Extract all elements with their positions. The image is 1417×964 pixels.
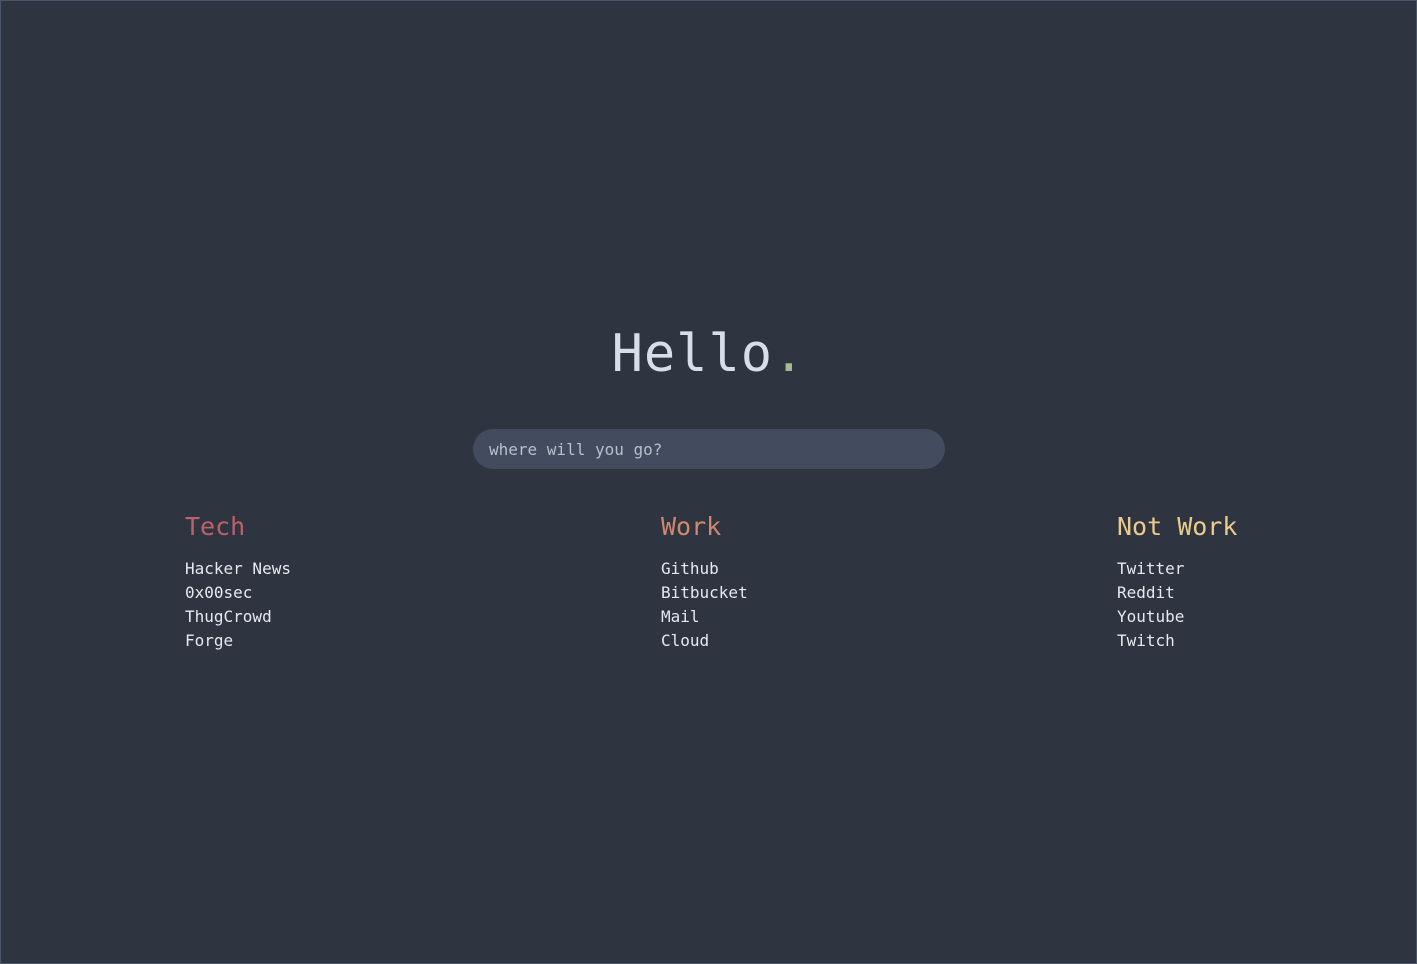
link-github[interactable]: Github — [661, 557, 748, 581]
category-not-work: Not Work Twitter Reddit Youtube Twitch — [1117, 511, 1237, 653]
link-twitch[interactable]: Twitch — [1117, 629, 1237, 653]
greeting-text: Hello — [611, 324, 774, 384]
link-bitbucket[interactable]: Bitbucket — [661, 581, 748, 605]
link-hacker-news[interactable]: Hacker News — [185, 557, 291, 581]
category-title: Work — [661, 512, 722, 541]
greeting-heading: Hello. — [1, 323, 1416, 385]
category-title: Tech — [185, 512, 246, 541]
link-twitter[interactable]: Twitter — [1117, 557, 1237, 581]
link-0x00sec[interactable]: 0x00sec — [185, 581, 291, 605]
link-list: Hacker News 0x00sec ThugCrowd Forge — [185, 557, 291, 653]
category-tech: Tech Hacker News 0x00sec ThugCrowd Forge — [185, 511, 291, 653]
search-input[interactable] — [473, 429, 945, 469]
link-list: Github Bitbucket Mail Cloud — [661, 557, 748, 653]
greeting-dot: . — [773, 324, 806, 384]
category-title: Not Work — [1117, 512, 1238, 541]
link-list: Twitter Reddit Youtube Twitch — [1117, 557, 1237, 653]
link-reddit[interactable]: Reddit — [1117, 581, 1237, 605]
link-forge[interactable]: Forge — [185, 629, 291, 653]
link-thugcrowd[interactable]: ThugCrowd — [185, 605, 291, 629]
link-cloud[interactable]: Cloud — [661, 629, 748, 653]
link-youtube[interactable]: Youtube — [1117, 605, 1237, 629]
category-work: Work Github Bitbucket Mail Cloud — [661, 511, 748, 653]
link-mail[interactable]: Mail — [661, 605, 748, 629]
